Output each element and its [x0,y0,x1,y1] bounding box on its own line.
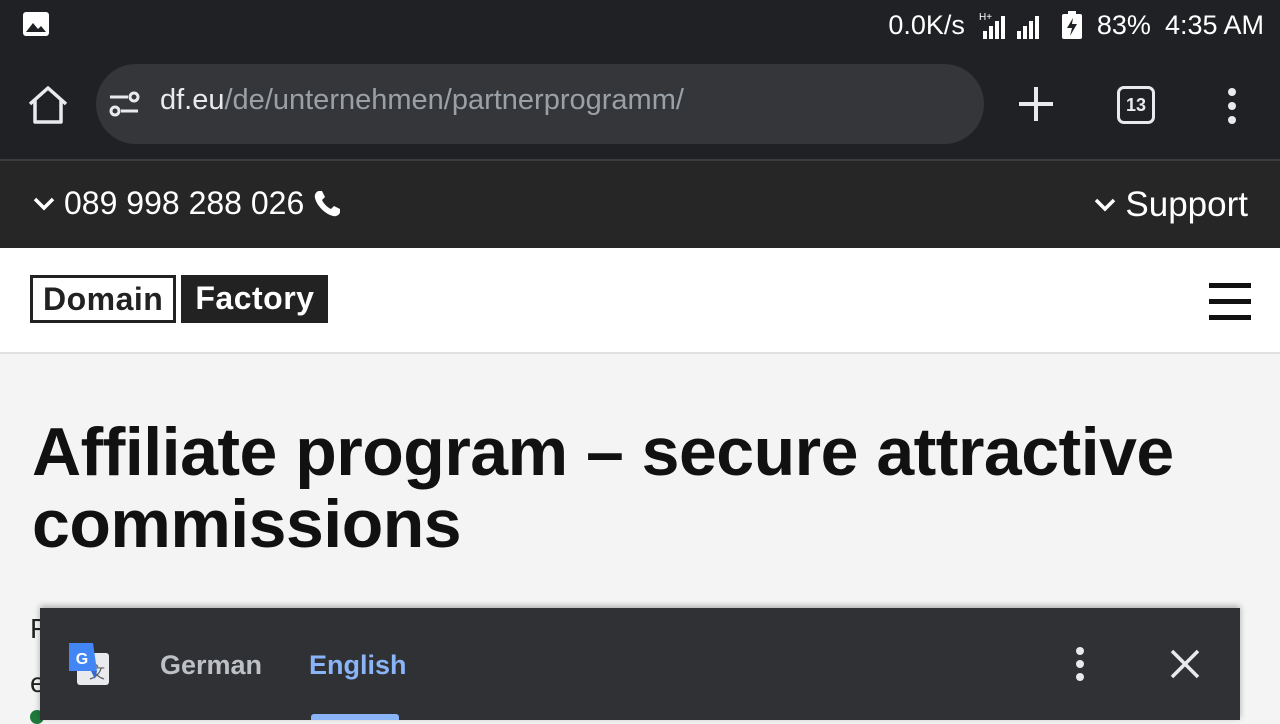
url-host: df.eu [160,84,225,116]
selected-tab-indicator [311,714,399,720]
svg-text:G: G [76,651,88,668]
google-translate-icon: 文 G [69,643,109,685]
translate-bar: 文 G German English [40,608,1240,720]
signal-icon: H+ [979,12,1039,39]
domainfactory-logo[interactable]: Domain Factory [30,275,329,323]
battery-level: 83% [1096,9,1151,40]
close-icon[interactable] [1169,648,1201,680]
image-notification-icon [23,12,49,36]
network-type: H+ [979,12,992,23]
support-dropdown[interactable]: Support [1093,185,1248,225]
status-bar: 0.0K/s H+ 83% 4:35 AM [0,0,1280,50]
browser-toolbar: df.eu/de/unternehmen/partnerprogramm/ 13 [0,50,1280,161]
phone-number: 089 998 288 026 [64,185,305,221]
address-bar[interactable]: df.eu/de/unternehmen/partnerprogramm/ [96,64,984,144]
network-speed: 0.0K/s [888,9,965,40]
battery-charging-icon [1061,11,1082,39]
source-language-tab[interactable]: German [160,650,262,681]
logo-part-domain: Domain [30,275,177,323]
phone-icon [315,190,341,216]
home-icon[interactable] [26,84,70,126]
tab-switcher-button[interactable]: 13 [1117,86,1155,124]
target-language-tab[interactable]: English [309,650,407,681]
chevron-down-icon [1095,198,1116,212]
new-tab-icon[interactable] [1016,84,1056,124]
site-header: Domain Factory [0,248,1280,354]
more-options-icon[interactable] [1072,646,1088,682]
hamburger-menu-icon[interactable] [1209,283,1251,321]
site-contact-strip: 089 998 288 026 Support [0,161,1280,248]
support-label: Support [1125,185,1248,224]
clock: 4:35 AM [1164,9,1264,40]
chevron-down-icon [33,197,55,210]
browser-menu-icon[interactable] [1222,86,1242,126]
logo-part-factory: Factory [181,275,329,323]
page-title: Affiliate program – secure attractive co… [32,414,1174,562]
phone-dropdown[interactable]: 089 998 288 026 [32,185,342,222]
url-path: /de/unternehmen/partnerprogramm/ [224,84,684,116]
url-text[interactable]: df.eu/de/unternehmen/partnerprogramm/ [160,84,684,117]
site-settings-icon[interactable] [108,88,140,120]
